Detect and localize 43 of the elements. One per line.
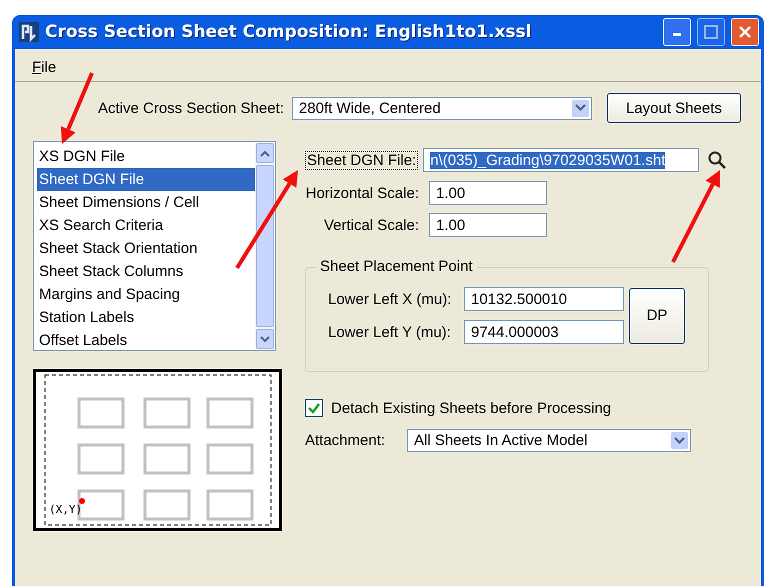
list-item[interactable]: Sheet DGN File bbox=[37, 168, 255, 191]
annotation-arrow bbox=[60, 72, 94, 144]
scroll-up-icon[interactable] bbox=[260, 150, 270, 156]
window-title: Cross Section Sheet Composition: English1to1.xssl bbox=[45, 22, 532, 42]
layout-sheets-button[interactable]: Layout Sheets bbox=[606, 93, 741, 123]
sheet-file-field[interactable]: n\(035)_Grading\97029035W01.sht bbox=[423, 148, 700, 172]
scrollbar[interactable] bbox=[255, 142, 275, 350]
menu-item[interactable]: File bbox=[32, 58, 56, 76]
list-item[interactable]: Sheet Stack Orientation bbox=[37, 237, 255, 260]
lower-left-x-field[interactable]: 10132.500010 bbox=[464, 287, 624, 311]
field-label: Lower Left X (mu): bbox=[328, 290, 452, 308]
close-button[interactable] bbox=[731, 18, 759, 46]
minimize-button[interactable] bbox=[663, 18, 691, 46]
field-label: Vertical Scale: bbox=[322, 216, 419, 234]
list-item[interactable]: Station Labels bbox=[37, 306, 255, 329]
app-logo-icon bbox=[19, 22, 39, 42]
checkbox[interactable] bbox=[305, 399, 323, 417]
lower-left-y-field[interactable]: 9744.000003 bbox=[464, 320, 624, 344]
list-item[interactable]: Sheet Stack Columns bbox=[37, 260, 255, 283]
field-label: Attachment: bbox=[305, 432, 386, 449]
maximize-icon bbox=[704, 25, 718, 39]
list-item[interactable]: Sheet Dimensions / Cell bbox=[37, 191, 255, 214]
maximize-button[interactable] bbox=[697, 18, 725, 46]
list-item[interactable]: XS Search Criteria bbox=[37, 214, 255, 237]
search-icon[interactable] bbox=[707, 150, 728, 170]
field-label: Horizontal Scale: bbox=[304, 184, 419, 202]
point-label: (X,Y) bbox=[49, 503, 82, 516]
caret-icon bbox=[574, 104, 586, 112]
checkbox-label: Detach Existing Sheets before Processing bbox=[331, 400, 612, 416]
close-icon bbox=[738, 25, 752, 39]
scroll-down-icon[interactable] bbox=[260, 336, 270, 342]
dp-button[interactable]: DP bbox=[629, 288, 685, 344]
list-item[interactable]: Margins and Spacing bbox=[37, 283, 255, 306]
sheet-dropdown[interactable]: 280ft Wide, Centered bbox=[292, 96, 592, 120]
list-item[interactable]: XS DGN File bbox=[37, 145, 255, 168]
caret-icon bbox=[674, 436, 685, 444]
attachment-dropdown[interactable]: All Sheets In Active Model bbox=[407, 429, 691, 452]
field-label: Active Cross Section Sheet: bbox=[98, 100, 284, 116]
field-label: Sheet DGN File: bbox=[305, 150, 418, 170]
field-label: Lower Left Y (mu): bbox=[328, 324, 452, 340]
list-item[interactable]: Offset Labels bbox=[37, 329, 255, 352]
horizontal-scale-field[interactable]: 1.00 bbox=[429, 181, 547, 205]
vertical-scale-field[interactable]: 1.00 bbox=[429, 213, 547, 237]
